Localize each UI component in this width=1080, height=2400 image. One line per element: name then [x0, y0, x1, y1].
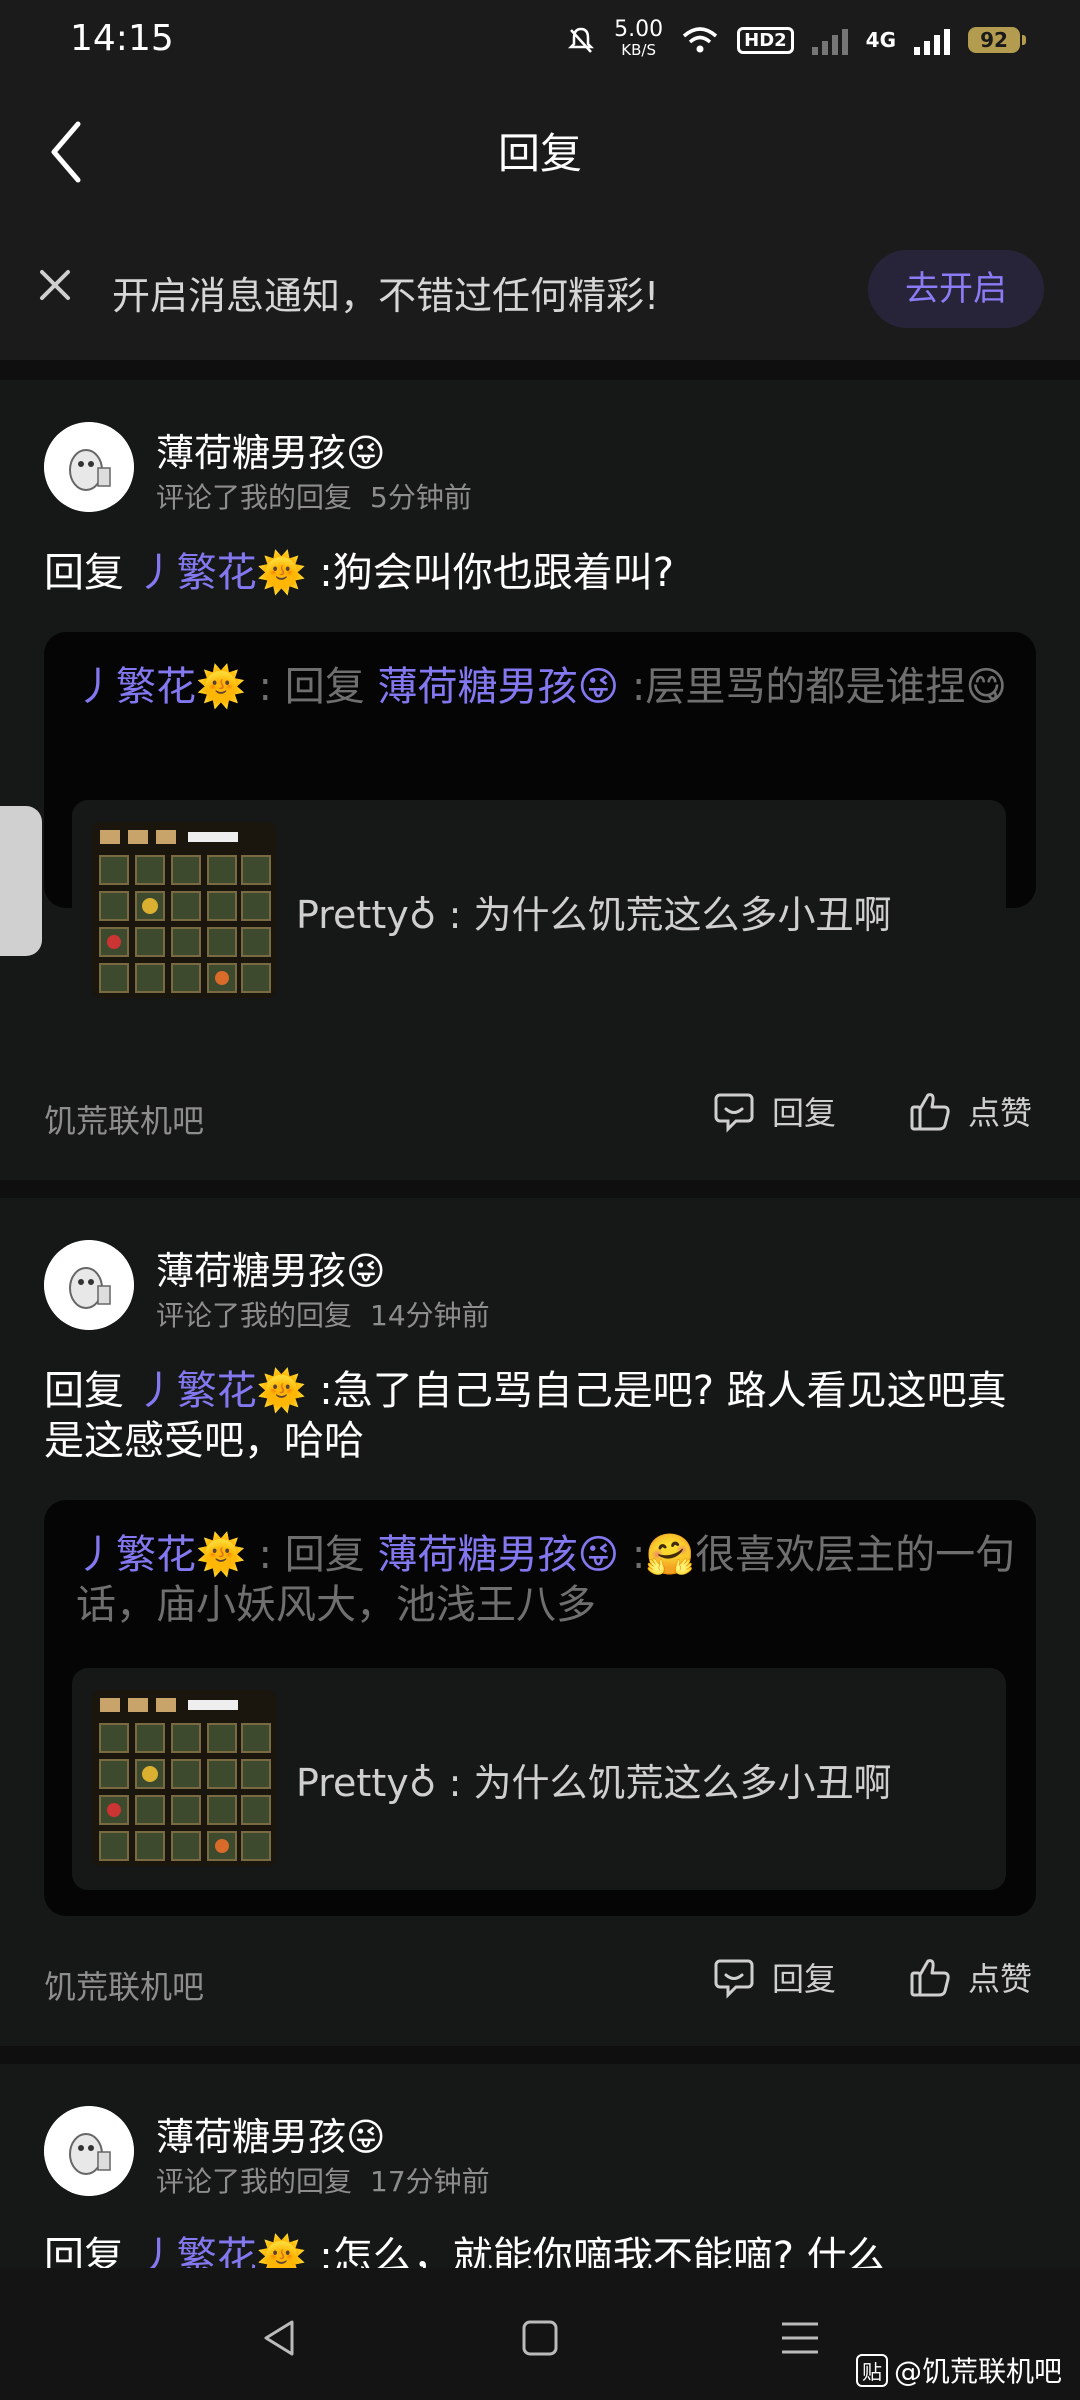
thumbs-up-icon	[910, 1093, 950, 1131]
action-text: 评论了我的回复	[156, 1299, 353, 1332]
like-label: 点赞	[968, 1960, 1033, 1998]
signal-1-icon	[811, 25, 848, 55]
quote-body: :层里骂的都是谁捏😋	[631, 664, 1008, 710]
mention-link[interactable]: 丿繁花🌞	[76, 664, 246, 710]
comment-meta: 评论了我的回复 14分钟前	[156, 1294, 490, 1334]
post-thumbnail	[92, 822, 276, 998]
signal-2-icon	[914, 25, 950, 55]
forum-name[interactable]: 饥荒联机吧	[44, 1096, 204, 1142]
like-label: 点赞	[968, 1094, 1033, 1132]
mention-link[interactable]: 薄荷糖男孩😜	[377, 1532, 619, 1578]
reply-body: :狗会叫你也跟着叫?	[319, 550, 674, 596]
reply-card[interactable]: 薄荷糖男孩😜 评论了我的回复 17分钟前 回复 丿繁花🌞 :怎么，就能你嘀我不能嘀…	[0, 2064, 1080, 2268]
notification-banner: 开启消息通知，不错过任何精彩! 去开启	[0, 220, 1080, 360]
status-time: 14:15	[70, 18, 174, 59]
avatar[interactable]	[44, 2106, 134, 2196]
reply-card[interactable]: 薄荷糖男孩😜 评论了我的回复 5分钟前 回复 丿繁花🌞 :狗会叫你也跟着叫? 丿繁…	[0, 380, 1080, 1180]
reply-prefix: 回复	[44, 550, 124, 596]
nav-home-icon[interactable]	[510, 2308, 570, 2368]
quoted-comment[interactable]: 丿繁花🌞 : 回复 薄荷糖男孩😜 :层里骂的都是谁捏😋 Pretty♁: 为什…	[44, 632, 1036, 1022]
original-post[interactable]: Pretty♁ : 为什么饥荒这么多小丑啊	[72, 800, 1006, 1022]
watermark: 贴 @饥荒联机吧	[855, 2350, 1062, 2390]
mention-link[interactable]: 丿繁花🌞	[137, 1368, 307, 1414]
comment-meta: 评论了我的回复 17分钟前	[156, 2160, 490, 2200]
reply-label: 回复	[772, 1094, 837, 1132]
action-text: 评论了我的回复	[156, 481, 353, 514]
notice-text: 开启消息通知，不错过任何精彩!	[112, 274, 660, 318]
username[interactable]: 薄荷糖男孩😜	[156, 2106, 386, 2161]
forum-name[interactable]: 饥荒联机吧	[44, 1962, 204, 2008]
quote-text: 丿繁花🌞 : 回复 薄荷糖男孩😜 :🤗很喜欢层主的一句话，庙小妖风大，池浅王八多	[76, 1530, 1016, 1630]
nav-menu-icon[interactable]	[770, 2308, 830, 2368]
mute-bell-icon	[568, 27, 595, 53]
username[interactable]: 薄荷糖男孩😜	[156, 422, 386, 477]
reply-text[interactable]: 回复 丿繁花🌞 :狗会叫你也跟着叫?	[44, 548, 1034, 598]
tieba-logo-icon: 贴	[855, 2353, 888, 2387]
avatar[interactable]	[44, 422, 134, 512]
battery-icon: 92	[968, 27, 1026, 53]
timestamp: 5分钟前	[370, 481, 472, 514]
reply-text[interactable]: 回复 丿繁花🌞 :急了自己骂自己是吧? 路人看见这吧真是这感受吧，哈哈	[44, 1366, 1034, 1466]
status-icons: 5.00 KB/S HD2 4G 92	[566, 14, 1026, 66]
original-post[interactable]: Pretty♁ : 为什么饥荒这么多小丑啊	[72, 1668, 1006, 1890]
mention-link[interactable]: 薄荷糖男孩😜	[377, 664, 619, 710]
reply-body: :怎么，就能你嘀我不能嘀? 什么	[319, 2234, 887, 2268]
mention-link[interactable]: 丿繁花🌞	[137, 550, 307, 596]
side-drawer-handle[interactable]	[0, 806, 42, 956]
thumbs-up-icon	[910, 1959, 950, 1997]
top-bar: 回复	[0, 80, 1080, 220]
quote-mid: : 回复	[258, 1532, 365, 1578]
wifi-icon	[682, 27, 718, 53]
post-thumbnail	[92, 1690, 276, 1866]
username[interactable]: 薄荷糖男孩😜	[156, 1240, 386, 1295]
nav-back-icon[interactable]	[250, 2308, 310, 2368]
like-button[interactable]: 点赞	[908, 1088, 1032, 1134]
reply-button[interactable]: 回复	[712, 1088, 836, 1134]
comment-icon	[714, 1959, 754, 1999]
mention-link[interactable]: 丿繁花🌞	[76, 1532, 246, 1578]
quoted-comment[interactable]: 丿繁花🌞 : 回复 薄荷糖男孩😜 :🤗很喜欢层主的一句话，庙小妖风大，池浅王八多	[44, 1500, 1036, 1916]
page-title: 回复	[497, 129, 582, 178]
reply-card[interactable]: 薄荷糖男孩😜 评论了我的回复 14分钟前 回复 丿繁花🌞 :急了自己骂自己是吧? …	[0, 1198, 1080, 2046]
quote-text: 丿繁花🌞 : 回复 薄荷糖男孩😜 :层里骂的都是谁捏😋	[76, 662, 1016, 712]
reply-label: 回复	[772, 1960, 837, 1998]
like-button[interactable]: 点赞	[908, 1954, 1032, 2000]
close-icon[interactable]	[30, 260, 80, 310]
watermark-text: @饥荒联机吧	[893, 2355, 1062, 2388]
net-speed: 5.00 KB/S	[614, 17, 664, 60]
reply-prefix: 回复	[44, 2234, 124, 2268]
status-bar: 14:15 5.00 KB/S HD2 4G 92	[0, 0, 1080, 80]
reply-button[interactable]: 回复	[712, 1954, 836, 2000]
system-nav-bar: 贴 @饥荒联机吧	[0, 2268, 1080, 2400]
comment-meta: 评论了我的回复 5分钟前	[156, 476, 472, 516]
hd-badge: HD2	[737, 26, 794, 54]
network-type: 4G	[865, 28, 896, 52]
reply-text[interactable]: 回复 丿繁花🌞 :怎么，就能你嘀我不能嘀? 什么	[44, 2232, 1034, 2268]
avatar[interactable]	[44, 1240, 134, 1330]
original-post-text: Pretty♁ : 为什么饥荒这么多小丑啊	[296, 1761, 892, 1805]
reply-prefix: 回复	[44, 1368, 124, 1414]
original-post-text: Pretty♁ : 为什么饥荒这么多小丑啊	[296, 893, 892, 937]
timestamp: 14分钟前	[370, 1299, 490, 1332]
avatar-image-icon	[44, 1240, 134, 1330]
avatar-image-icon	[44, 2106, 134, 2196]
comment-icon	[714, 1093, 754, 1133]
quote-mid: : 回复	[258, 664, 365, 710]
avatar-image-icon	[44, 422, 134, 512]
timestamp: 17分钟前	[370, 2165, 490, 2198]
mention-link[interactable]: 丿繁花🌞	[137, 2234, 307, 2268]
action-text: 评论了我的回复	[156, 2165, 353, 2198]
enable-notification-button[interactable]: 去开启	[868, 250, 1044, 328]
